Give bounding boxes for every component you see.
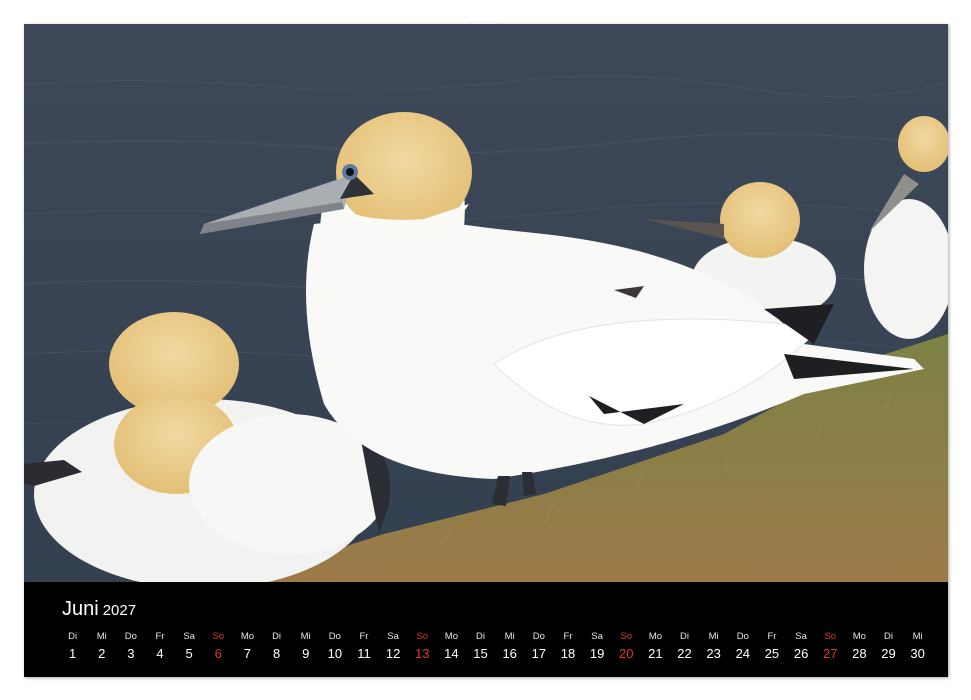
day-number: 4 bbox=[156, 646, 164, 661]
day-cell: Mi 23 bbox=[699, 630, 728, 670]
day-cell: Fr 4 bbox=[145, 630, 174, 670]
day-number: 17 bbox=[531, 646, 547, 661]
day-number: 1 bbox=[68, 646, 77, 661]
month-title: Juni 2027 bbox=[62, 598, 136, 621]
weekday-label: Sa bbox=[183, 631, 195, 642]
weekday-label: Mi bbox=[300, 631, 311, 642]
weekday-label: Mo bbox=[444, 631, 458, 642]
day-number: 9 bbox=[302, 646, 310, 661]
day-cell: Di 29 bbox=[874, 630, 903, 670]
day-number: 2 bbox=[98, 646, 106, 661]
day-cell: Sa 5 bbox=[175, 630, 204, 670]
day-number: 11 bbox=[357, 646, 371, 661]
weekday-label: Mo bbox=[648, 631, 662, 642]
day-cell: Fr 18 bbox=[553, 630, 582, 670]
day-number: 26 bbox=[793, 646, 809, 661]
weekday-label: So bbox=[212, 631, 225, 642]
day-number: 19 bbox=[589, 646, 605, 661]
day-cell: Sa 19 bbox=[583, 630, 612, 670]
weekday-label: Di bbox=[272, 631, 282, 642]
weekday-label: Di bbox=[476, 631, 486, 642]
day-cell: Fr 11 bbox=[349, 630, 378, 670]
day-number: 5 bbox=[185, 646, 193, 661]
day-number: 18 bbox=[560, 646, 576, 661]
weekday-label: Di bbox=[680, 631, 690, 642]
day-cell: Sa 12 bbox=[379, 630, 408, 670]
day-number: 30 bbox=[910, 646, 925, 661]
day-cell: Mi 30 bbox=[903, 630, 932, 670]
day-cell: Fr 25 bbox=[757, 630, 786, 670]
day-row: Di 1 Mi 2 Do 3 Fr 4 Sa 5 So 6 Mo 7 Di 8 Mi 9 Do 10 Fr 11 Sa 12 S… bbox=[58, 630, 932, 670]
day-cell: So 27 bbox=[816, 630, 845, 670]
weekday-label: So bbox=[416, 631, 429, 642]
day-cell: Mi 16 bbox=[495, 630, 524, 670]
day-number: 21 bbox=[648, 646, 663, 661]
weekday-label: Mi bbox=[912, 631, 923, 642]
weekday-label: Sa bbox=[591, 631, 603, 642]
day-number: 13 bbox=[415, 646, 430, 661]
day-number: 28 bbox=[852, 646, 867, 661]
weekday-label: Fr bbox=[359, 631, 369, 642]
day-number: 10 bbox=[327, 646, 343, 661]
day-cell: Di 8 bbox=[262, 630, 291, 670]
month-name: Juni bbox=[62, 598, 99, 620]
weekday-label: Do bbox=[532, 631, 545, 642]
day-number: 22 bbox=[677, 646, 692, 661]
day-cell: Mi 2 bbox=[87, 630, 116, 670]
day-number: 14 bbox=[444, 646, 459, 661]
day-cell: So 20 bbox=[612, 630, 641, 670]
weekday-label: Fr bbox=[767, 631, 777, 642]
day-cell: Do 24 bbox=[728, 630, 757, 670]
day-cell: So 6 bbox=[204, 630, 233, 670]
day-cell: Mo 28 bbox=[845, 630, 874, 670]
weekday-label: Sa bbox=[387, 631, 399, 642]
day-number: 25 bbox=[764, 646, 780, 661]
day-cell: Mo 7 bbox=[233, 630, 262, 670]
day-number: 16 bbox=[502, 646, 517, 661]
day-number: 8 bbox=[272, 646, 281, 661]
day-cell: Do 10 bbox=[320, 630, 349, 670]
day-number: 15 bbox=[473, 646, 488, 661]
weekday-label: Mo bbox=[240, 631, 255, 642]
day-cell: Sa 26 bbox=[787, 630, 816, 670]
day-cell: Do 3 bbox=[116, 630, 145, 670]
weekday-label: Mi bbox=[504, 631, 515, 642]
day-cell: Di 22 bbox=[670, 630, 699, 670]
day-number: 7 bbox=[243, 646, 252, 661]
day-number: 3 bbox=[127, 646, 135, 661]
weekday-label: Mo bbox=[852, 631, 866, 642]
weekday-label: So bbox=[620, 631, 633, 642]
weekday-label: Do bbox=[328, 631, 341, 642]
weekday-label: Di bbox=[884, 631, 893, 642]
day-number: 27 bbox=[822, 646, 838, 661]
year-label: 2027 bbox=[102, 602, 137, 619]
day-number: 6 bbox=[214, 646, 222, 661]
weekday-label: Mi bbox=[708, 631, 719, 642]
day-number: 29 bbox=[881, 646, 896, 661]
day-cell: So 13 bbox=[408, 630, 437, 670]
day-number: 12 bbox=[385, 646, 401, 661]
weekday-label: Mi bbox=[96, 631, 107, 642]
day-cell: Di 1 bbox=[58, 630, 87, 670]
day-number: 20 bbox=[619, 646, 634, 661]
day-cell: Mi 9 bbox=[291, 630, 320, 670]
calendar-page: Juni 2027 Di 1 Mi 2 Do 3 Fr 4 Sa 5 So 6 Mo 7 Di 8 Mi 9 Do 10… bbox=[24, 24, 948, 677]
weekday-label: Do bbox=[736, 631, 749, 642]
day-number: 24 bbox=[735, 646, 751, 661]
day-number: 23 bbox=[706, 646, 721, 661]
weekday-label: Fr bbox=[155, 631, 165, 642]
calendar-strip: Juni 2027 Di 1 Mi 2 Do 3 Fr 4 Sa 5 So 6 Mo 7 Di 8 Mi 9 Do 10… bbox=[24, 582, 948, 677]
weekday-label: So bbox=[824, 631, 837, 642]
weekday-label: Fr bbox=[563, 631, 573, 642]
gannet-photo bbox=[24, 24, 948, 582]
weekday-label: Di bbox=[68, 631, 78, 642]
day-cell: Mo 21 bbox=[641, 630, 670, 670]
day-cell: Do 17 bbox=[524, 630, 553, 670]
day-cell: Mo 14 bbox=[437, 630, 466, 670]
weekday-label: Sa bbox=[795, 631, 807, 642]
weekday-label: Do bbox=[124, 631, 137, 642]
day-cell: Di 15 bbox=[466, 630, 495, 670]
